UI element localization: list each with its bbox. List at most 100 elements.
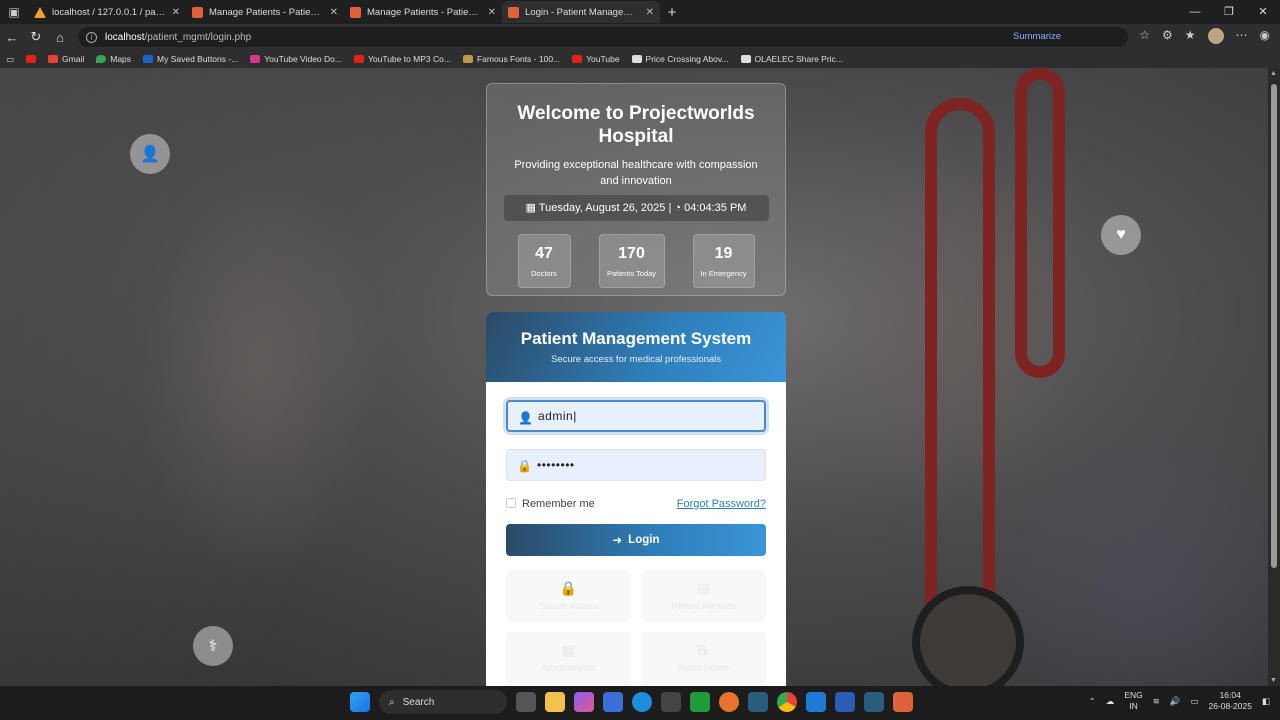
bookmark-youtube[interactable]: YouTube — [572, 54, 620, 64]
tab-phpmyadmin[interactable]: localhost / 127.0.0.1 / patient_mg ✕ — [28, 1, 186, 23]
refresh-icon[interactable]: ↻ — [24, 29, 48, 45]
close-icon[interactable]: ✕ — [488, 7, 496, 18]
lang-region: IN — [1129, 701, 1138, 711]
page-scrollbar[interactable]: ▲ ▼ — [1268, 68, 1280, 686]
remember-me-checkbox[interactable]: Remember me — [506, 498, 595, 510]
tab-actions-icon[interactable]: ▣ — [0, 0, 28, 24]
site-info-icon[interactable]: i — [86, 31, 97, 43]
site-favicon-icon — [350, 6, 361, 18]
start-icon[interactable] — [350, 692, 370, 712]
store-icon[interactable] — [603, 692, 623, 712]
volume-icon[interactable]: 🔊 — [1170, 696, 1181, 707]
stat-label: Doctors — [531, 269, 557, 278]
search-icon: ⌕ — [389, 696, 395, 708]
taskbar-search[interactable]: ⌕ Search — [379, 690, 507, 714]
password-input[interactable]: 🔒 •••••••• — [506, 449, 766, 481]
scrollbar-thumb[interactable] — [1271, 84, 1277, 568]
stat-patients-today: 170 Patients Today — [598, 234, 665, 288]
heartbeat-icon: ♥ — [1101, 215, 1141, 255]
bookmark-gmail[interactable]: Gmail — [48, 54, 84, 64]
task-view-icon[interactable] — [516, 692, 536, 712]
xampp-icon[interactable] — [893, 692, 913, 712]
tab-title: localhost / 127.0.0.1 / patient_mg — [52, 6, 166, 18]
bookmark-label: Price Crossing Abov... — [645, 54, 729, 64]
site-favicon-icon — [508, 6, 519, 18]
profile-avatar[interactable] — [1207, 28, 1224, 44]
bookmark-youtube-mp3[interactable]: YouTube to MP3 Co... — [353, 54, 451, 64]
close-icon[interactable]: ✕ — [646, 7, 654, 18]
bookmark-famous-fonts[interactable]: Famous Fonts - 100... — [462, 54, 560, 64]
vscode-icon[interactable] — [806, 692, 826, 712]
stethoscope-tube-decoration — [925, 98, 995, 638]
bookmark-youtube-icon[interactable] — [26, 55, 37, 63]
bookmark-label: YouTube Video Do... — [264, 54, 342, 64]
language-indicator[interactable]: ENG IN — [1124, 690, 1142, 712]
prescription-icon: ℞ — [697, 642, 710, 658]
tab-bar: ▣ localhost / 127.0.0.1 / patient_mg ✕ M… — [0, 0, 1280, 24]
extensions-icon[interactable]: ⚙ — [1162, 28, 1173, 44]
xbox-icon[interactable] — [690, 692, 710, 712]
url-host: localhost — [105, 31, 145, 43]
taskbar-clock[interactable]: 16:04 26-08-2025 — [1208, 690, 1251, 712]
close-window-icon[interactable]: ✕ — [1246, 0, 1280, 24]
firefox-icon[interactable] — [719, 692, 739, 712]
scroll-up-icon[interactable]: ▲ — [1270, 70, 1277, 77]
copilot-icon[interactable]: ◉ — [1260, 28, 1270, 44]
maps-icon — [96, 55, 107, 63]
minimize-icon[interactable]: — — [1178, 0, 1212, 24]
features-grid: 🔒 Secure Access ▤ Patient Records ▦ Appo… — [506, 570, 766, 684]
new-tab-button[interactable]: + — [660, 4, 684, 21]
date-text: Tuesday, August 26, 2025 | — [538, 202, 672, 214]
more-menu-icon[interactable]: ⋯ — [1236, 28, 1248, 44]
restore-icon[interactable]: ❐ — [1212, 0, 1246, 24]
favorite-star-icon[interactable]: ☆ — [1139, 28, 1150, 44]
gmail-icon — [48, 55, 59, 63]
chrome-icon[interactable] — [777, 692, 797, 712]
back-icon[interactable]: ← — [0, 30, 24, 45]
tray-overflow-icon[interactable]: ⌃ — [1089, 696, 1096, 707]
feature-label: Prescriptions — [677, 663, 730, 673]
word-icon[interactable] — [835, 692, 855, 712]
edge-icon[interactable] — [632, 692, 652, 712]
bookmark-folder-icon[interactable]: ▭ — [6, 54, 14, 65]
login-button[interactable]: ➜ Login — [506, 524, 766, 556]
lang-code: ENG — [1124, 690, 1143, 700]
powershell-icon[interactable] — [864, 692, 884, 712]
taskbar: ⌕ Search ⌃ ☁ ENG IN ≋ 🔊 ▭ 16:04 26-08-20… — [0, 686, 1280, 720]
text-cursor: | — [573, 409, 577, 423]
bookmark-maps[interactable]: Maps — [96, 54, 131, 64]
tab-manage-patients-1[interactable]: Manage Patients - Patient Manag ✕ — [186, 1, 344, 23]
login-subtitle: Secure access for medical professionals — [550, 354, 722, 365]
notifications-icon[interactable]: ◧ — [1262, 696, 1270, 707]
close-icon[interactable]: ✕ — [172, 7, 180, 18]
tab-login[interactable]: Login - Patient Management Syst ✕ — [502, 1, 660, 23]
feature-patient-records: ▤ Patient Records — [641, 570, 766, 622]
cloud-icon[interactable]: ☁ — [1106, 696, 1115, 707]
home-icon[interactable]: ⌂ — [48, 30, 72, 45]
wifi-icon[interactable]: ≋ — [1153, 696, 1160, 707]
bookmark-label: YouTube — [586, 54, 620, 64]
taskbar-apps: ⌕ Search — [350, 690, 913, 714]
bookmark-saved-buttons[interactable]: My Saved Buttons -... — [143, 54, 238, 64]
app-icon[interactable] — [661, 692, 681, 712]
url-input[interactable]: i localhost /patient_mgmt/login.php — [78, 27, 1128, 47]
username-input[interactable]: 👤 admin | — [506, 400, 766, 432]
bookmark-price-crossing[interactable]: Price Crossing Abov... — [631, 54, 729, 64]
address-bar-row: ← ↻ ⌂ i localhost /patient_mgmt/login.ph… — [0, 24, 1280, 50]
battery-icon[interactable]: ▭ — [1190, 696, 1198, 707]
copilot-app-icon[interactable] — [574, 692, 594, 712]
forgot-password-link[interactable]: Forgot Password? — [677, 498, 766, 510]
stethoscope-chestpiece-decoration — [912, 586, 1024, 686]
tab-manage-patients-2[interactable]: Manage Patients - Patient Manag ✕ — [344, 1, 502, 23]
youtube-icon — [572, 55, 583, 63]
scroll-down-icon[interactable]: ▼ — [1270, 677, 1277, 684]
user-icon: 👤 — [518, 411, 533, 425]
terminal-icon[interactable] — [748, 692, 768, 712]
bookmark-olaelec[interactable]: OLAELEC Share Pric... — [740, 54, 843, 64]
file-explorer-icon[interactable] — [545, 692, 565, 712]
bookmark-youtube-video[interactable]: YouTube Video Do... — [250, 54, 342, 64]
summarize-button[interactable]: Summarize — [1013, 31, 1061, 42]
welcome-card: Welcome to Projectworlds Hospital Provid… — [486, 83, 786, 296]
close-icon[interactable]: ✕ — [330, 7, 338, 18]
favorites-icon[interactable]: ★ — [1185, 28, 1196, 44]
